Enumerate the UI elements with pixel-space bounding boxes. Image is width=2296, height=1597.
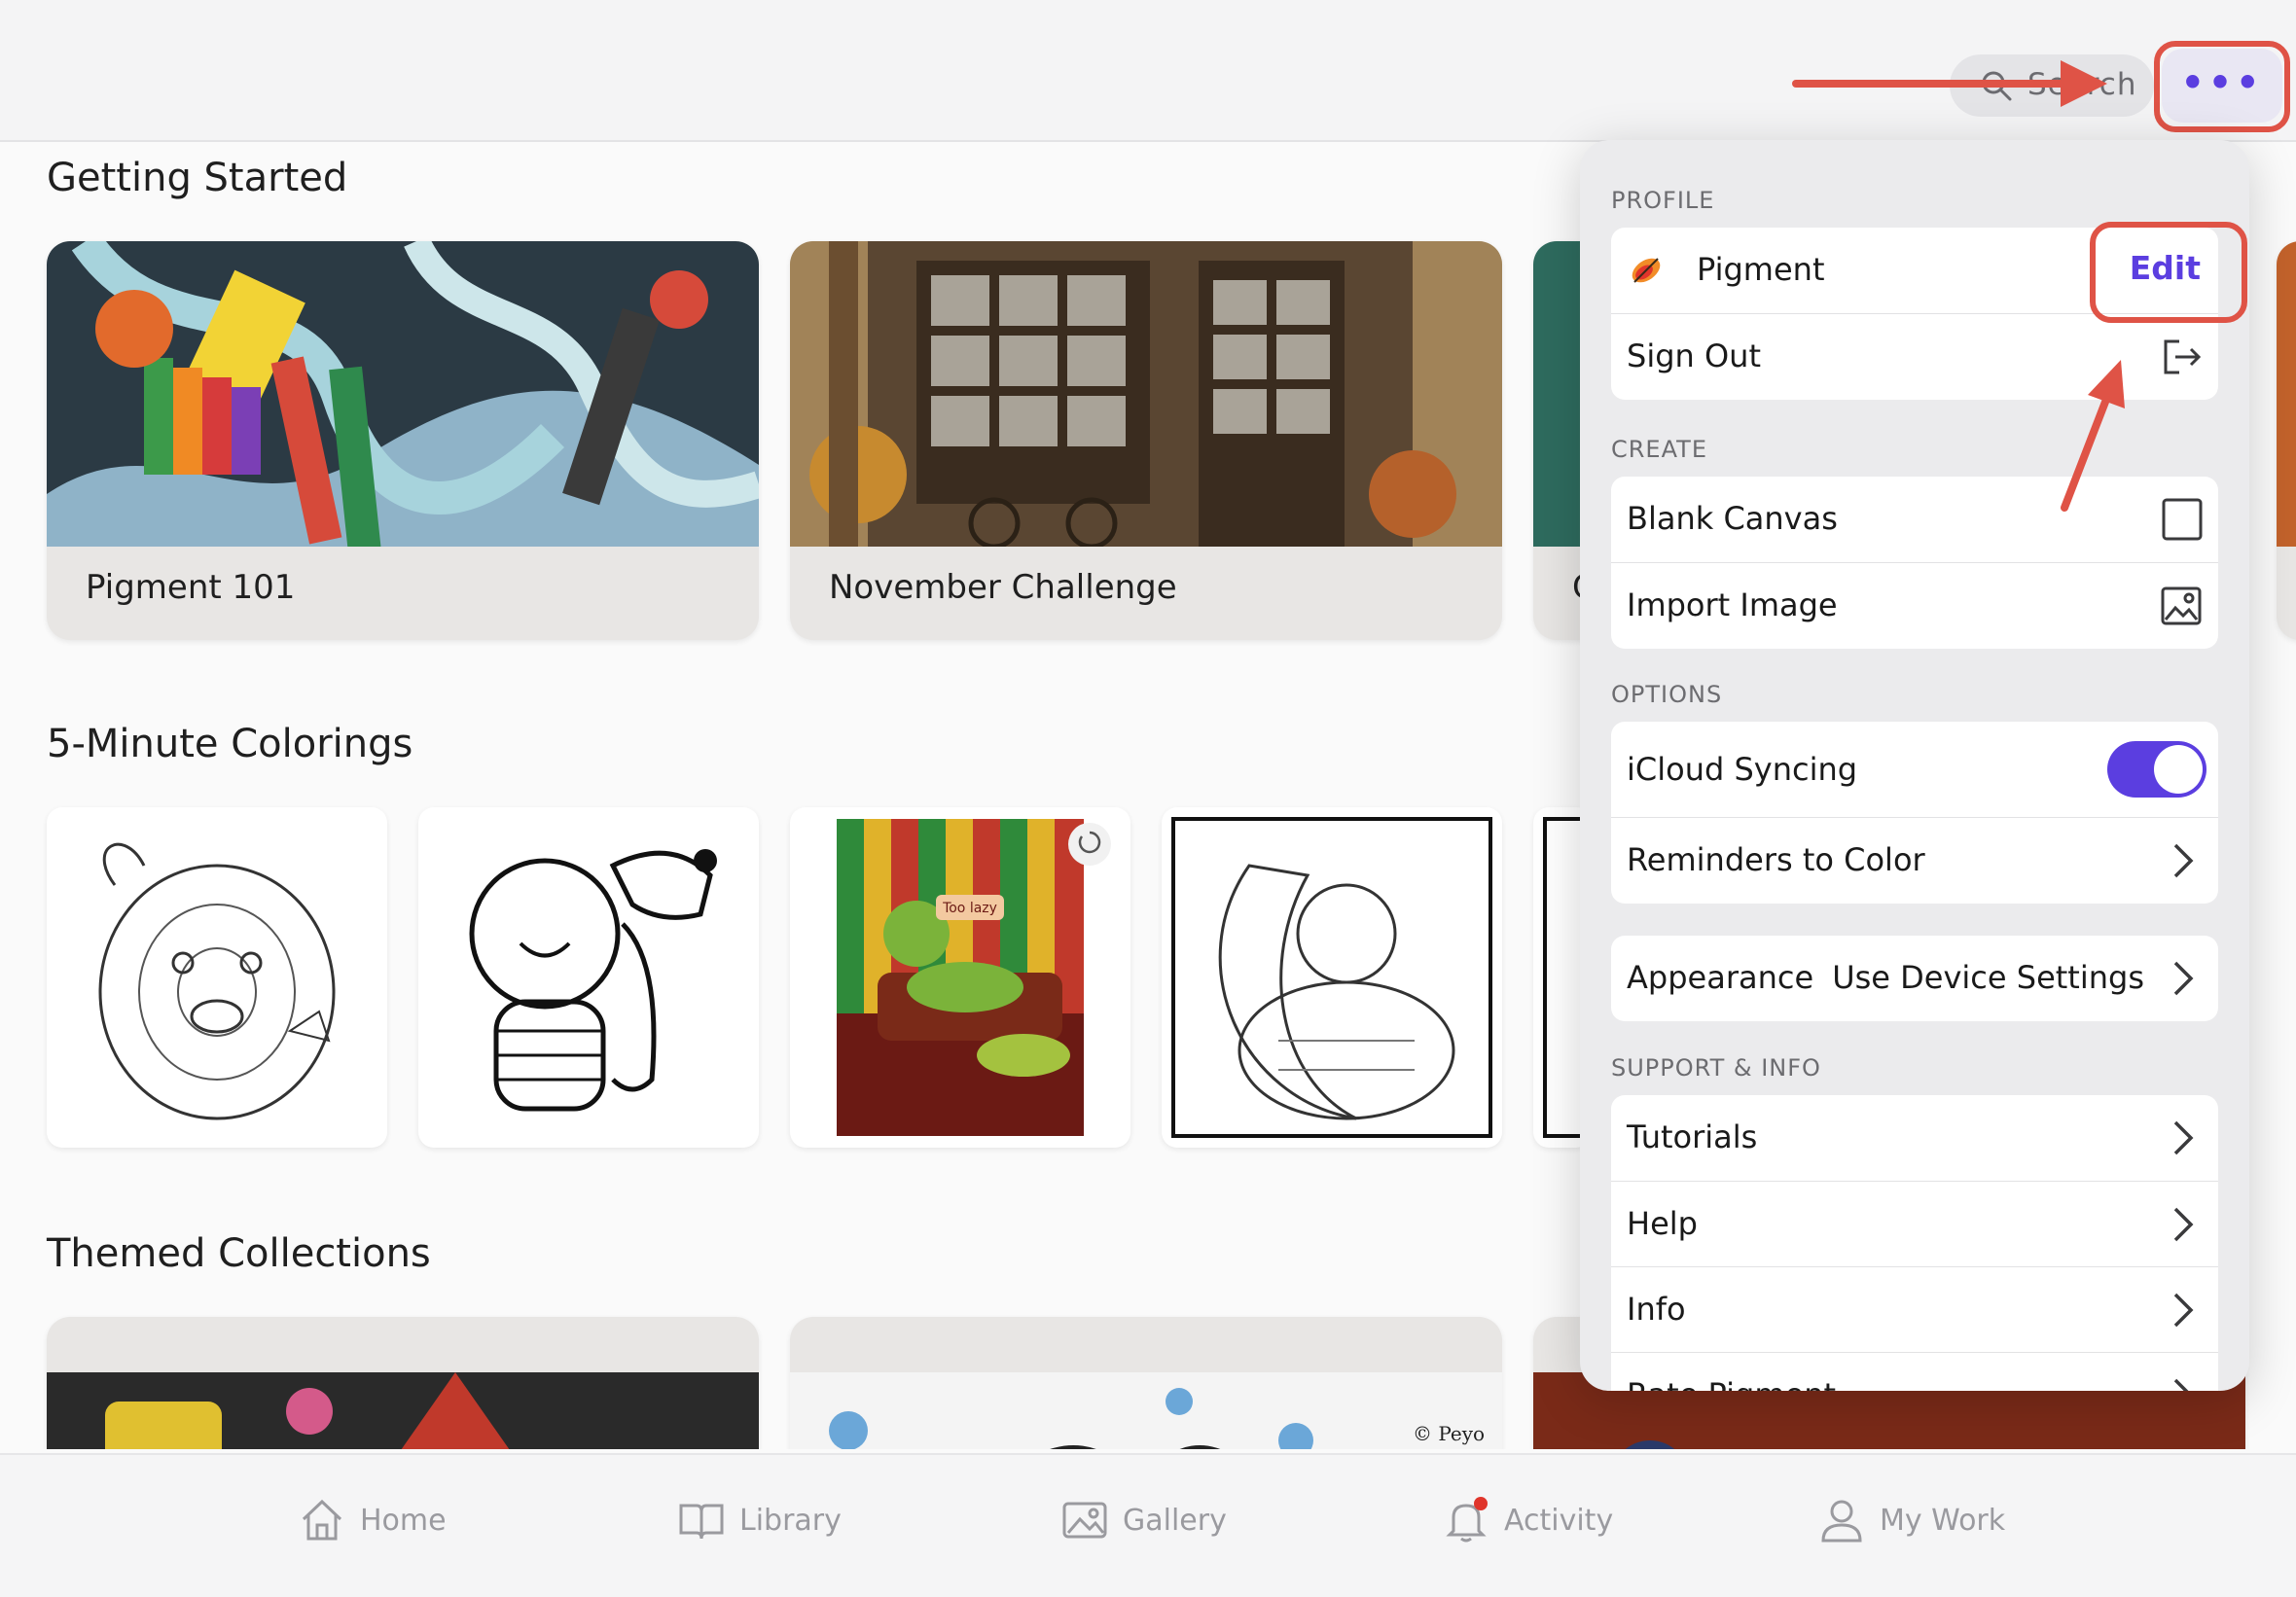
tile-image-too-lazy: Too lazy bbox=[837, 819, 1111, 1136]
coloring-tile-dog[interactable] bbox=[47, 807, 387, 1148]
section-title-five-minute: 5-Minute Colorings bbox=[47, 722, 413, 766]
more-options-menu: PROFILE Pigment Edit Sign Out CREATE Bla… bbox=[1580, 140, 2249, 1391]
search-icon bbox=[1982, 71, 2012, 101]
person-icon bbox=[1821, 1500, 1862, 1543]
coloring-tile-boy-dog[interactable] bbox=[418, 807, 759, 1148]
highlight-box-edit bbox=[2090, 222, 2247, 323]
section-title-themed: Themed Collections bbox=[47, 1231, 431, 1276]
home-icon bbox=[302, 1499, 342, 1541]
card-image-window bbox=[790, 241, 1502, 547]
menu-row-appearance[interactable]: Appearance Use Device Settings bbox=[1611, 936, 2218, 1021]
menu-row-reminders[interactable]: Reminders to Color bbox=[1611, 817, 2218, 904]
tab-label: My Work bbox=[1880, 1504, 2006, 1538]
chevron-right-icon bbox=[2173, 1378, 2189, 1391]
image-icon bbox=[2161, 586, 2202, 625]
menu-row-blank-canvas[interactable]: Blank Canvas bbox=[1611, 477, 2218, 562]
search-label: Search bbox=[2027, 67, 2137, 102]
tab-home[interactable]: Home bbox=[298, 1494, 453, 1552]
menu-row-sign-out[interactable]: Sign Out bbox=[1611, 313, 2218, 400]
chevron-right-icon bbox=[2173, 843, 2194, 878]
smurfs-signature: © Peyo bbox=[1413, 1422, 1485, 1445]
section-title-getting-started: Getting Started bbox=[47, 156, 348, 200]
tab-label: Library bbox=[739, 1504, 842, 1538]
appearance-label: Appearance bbox=[1627, 959, 1814, 996]
sign-out-icon bbox=[2164, 339, 2202, 374]
coloring-tile-moon-dog[interactable] bbox=[1162, 807, 1502, 1148]
coloring-tile-too-lazy[interactable]: Too lazy bbox=[790, 807, 1130, 1148]
import-image-label: Import Image bbox=[1627, 586, 1838, 623]
info-label: Info bbox=[1627, 1291, 1686, 1328]
reminders-label: Reminders to Color bbox=[1627, 841, 1925, 878]
icloud-toggle[interactable] bbox=[2107, 741, 2206, 798]
card-image-doodle bbox=[47, 241, 759, 547]
tab-label: Activity bbox=[1504, 1504, 1614, 1538]
chevron-right-icon bbox=[2173, 1293, 2194, 1328]
search-button[interactable]: Search bbox=[1950, 54, 2154, 117]
tab-label: Home bbox=[360, 1504, 447, 1538]
tab-gallery[interactable]: Gallery bbox=[1060, 1494, 1236, 1552]
highlight-box-more bbox=[2154, 41, 2290, 132]
themed-card-smurfs[interactable]: © Peyo bbox=[790, 1317, 1502, 1449]
book-icon bbox=[679, 1504, 724, 1540]
chevron-right-icon bbox=[2173, 1120, 2194, 1155]
menu-row-icloud: iCloud Syncing bbox=[1611, 722, 2218, 817]
section-header-options: OPTIONS bbox=[1611, 681, 1723, 708]
menu-row-info[interactable]: Info bbox=[1611, 1266, 2218, 1353]
blank-canvas-icon bbox=[2162, 498, 2203, 541]
tab-label: Gallery bbox=[1123, 1504, 1227, 1538]
blank-canvas-label: Blank Canvas bbox=[1627, 500, 1838, 537]
top-bar: Search ••• bbox=[0, 0, 2296, 142]
tutorials-label: Tutorials bbox=[1627, 1118, 1758, 1155]
tab-library[interactable]: Library bbox=[677, 1494, 852, 1552]
too-lazy-bubble: Too lazy bbox=[942, 901, 997, 916]
toggle-knob bbox=[2154, 745, 2203, 794]
themed-card-witch[interactable] bbox=[47, 1317, 759, 1449]
menu-row-import-image[interactable]: Import Image bbox=[1611, 562, 2218, 649]
profile-name: Pigment bbox=[1697, 251, 1825, 288]
tab-bar: Home Library Gallery Activity My Work bbox=[0, 1453, 2296, 1597]
section-header-create: CREATE bbox=[1611, 436, 1707, 463]
pigment-logo-icon bbox=[1632, 258, 1661, 283]
gallery-icon bbox=[1062, 1502, 1107, 1539]
card-november-challenge[interactable]: November Challenge bbox=[790, 241, 1502, 640]
section-header-support: SUPPORT & INFO bbox=[1611, 1054, 1821, 1082]
sign-out-label: Sign Out bbox=[1627, 337, 1761, 374]
card-caption: November Challenge bbox=[829, 568, 1177, 607]
chevron-right-icon bbox=[2173, 1207, 2194, 1242]
section-header-profile: PROFILE bbox=[1611, 187, 1715, 214]
activity-badge bbox=[1474, 1497, 1488, 1510]
card-image-partial-right bbox=[2277, 241, 2296, 547]
rate-label: Rate Pigment bbox=[1627, 1376, 1836, 1391]
tile-image-moon-dog bbox=[1171, 817, 1492, 1138]
appearance-value: Use Device Settings bbox=[1832, 959, 2144, 996]
help-label: Help bbox=[1627, 1205, 1698, 1242]
card-caption: Pigment 101 bbox=[86, 568, 296, 607]
tile-image-mandala-dog bbox=[98, 842, 336, 1120]
card-partial-right[interactable] bbox=[2277, 241, 2296, 640]
card-pigment-101[interactable]: Pigment 101 bbox=[47, 241, 759, 640]
menu-row-tutorials[interactable]: Tutorials bbox=[1611, 1095, 2218, 1181]
bell-icon bbox=[1446, 1497, 1488, 1543]
menu-row-help[interactable]: Help bbox=[1611, 1181, 2218, 1267]
tab-activity[interactable]: Activity bbox=[1442, 1494, 1617, 1552]
tab-my-work[interactable]: My Work bbox=[1817, 1494, 2012, 1552]
themed-image-smurfs: © Peyo bbox=[790, 1372, 1502, 1449]
chevron-right-icon bbox=[2173, 961, 2194, 996]
menu-row-rate[interactable]: Rate Pigment bbox=[1611, 1352, 2218, 1391]
tile-image-boy-dog bbox=[469, 849, 717, 1112]
icloud-syncing-label: iCloud Syncing bbox=[1627, 751, 1858, 788]
themed-image-witch bbox=[47, 1372, 759, 1449]
